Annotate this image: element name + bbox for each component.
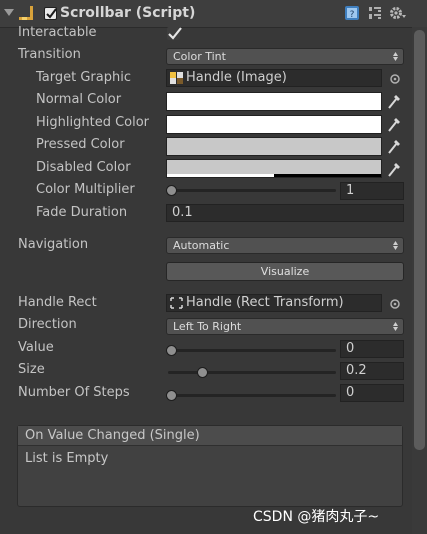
preset-icon[interactable] bbox=[367, 5, 383, 21]
event-header: On Value Changed (Single) bbox=[18, 426, 402, 446]
size-slider-thumb[interactable] bbox=[197, 367, 209, 378]
inspector-scrollbar-thumb[interactable] bbox=[414, 30, 425, 450]
fade-duration-label: Fade Duration bbox=[36, 205, 128, 220]
alpha-bar bbox=[167, 174, 381, 177]
object-picker-icon[interactable] bbox=[389, 73, 401, 85]
transition-label: Transition bbox=[18, 47, 81, 62]
size-label: Size bbox=[18, 362, 45, 377]
watermark: CSDN @猪肉丸子~ bbox=[253, 509, 380, 525]
target-graphic-label: Target Graphic bbox=[36, 70, 131, 85]
direction-dropdown[interactable]: Left To Right bbox=[166, 318, 404, 335]
object-picker-icon[interactable] bbox=[389, 298, 401, 310]
size-slider-track[interactable] bbox=[168, 371, 336, 374]
eyedropper-icon[interactable] bbox=[386, 115, 402, 133]
navigation-value: Automatic bbox=[173, 239, 230, 252]
direction-label: Direction bbox=[18, 317, 77, 332]
value-input[interactable]: 0 bbox=[340, 340, 404, 358]
eyedropper-icon[interactable] bbox=[386, 92, 402, 110]
transition-dropdown[interactable]: Color Tint bbox=[166, 48, 404, 65]
component-title: Scrollbar (Script) bbox=[60, 5, 196, 21]
color-multiplier-input[interactable]: 1 bbox=[340, 182, 404, 200]
color-multiplier-slider-track[interactable] bbox=[168, 189, 336, 192]
on-value-changed-event: On Value Changed (Single) List is Empty bbox=[17, 425, 403, 507]
svg-text:?: ? bbox=[350, 10, 355, 20]
number-of-steps-slider-thumb[interactable] bbox=[166, 390, 177, 401]
handle-rect-label: Handle Rect bbox=[18, 295, 97, 310]
eyedropper-icon[interactable] bbox=[386, 137, 402, 155]
target-graphic-field[interactable]: Handle (Image) bbox=[166, 69, 382, 87]
number-of-steps-input[interactable]: 0 bbox=[340, 384, 404, 402]
size-input[interactable]: 0.2 bbox=[340, 362, 404, 380]
handle-rect-field[interactable]: Handle (Rect Transform) bbox=[166, 294, 382, 312]
pressed-color-swatch[interactable] bbox=[166, 137, 382, 156]
scrollbar-component-icon bbox=[18, 5, 36, 21]
number-of-steps-slider-track[interactable] bbox=[168, 394, 336, 397]
help-book-icon[interactable]: ? bbox=[344, 5, 360, 21]
interactable-checkbox[interactable] bbox=[167, 27, 182, 40]
fade-duration-input[interactable]: 0.1 bbox=[166, 204, 404, 222]
eyedropper-icon[interactable] bbox=[386, 160, 402, 178]
image-component-icon bbox=[170, 72, 183, 84]
highlighted-color-label: Highlighted Color bbox=[36, 115, 150, 130]
value-slider-track[interactable] bbox=[168, 349, 336, 352]
dropdown-arrow-icon bbox=[393, 52, 398, 61]
pressed-color-label: Pressed Color bbox=[36, 137, 125, 152]
value-label: Value bbox=[18, 340, 54, 355]
disabled-color-label: Disabled Color bbox=[36, 160, 131, 175]
navigation-label: Navigation bbox=[18, 237, 89, 252]
foldout-arrow-icon[interactable] bbox=[4, 9, 14, 16]
target-graphic-value: Handle (Image) bbox=[186, 70, 287, 85]
normal-color-swatch[interactable] bbox=[166, 92, 382, 111]
transition-value: Color Tint bbox=[173, 50, 226, 63]
color-multiplier-label: Color Multiplier bbox=[36, 182, 135, 197]
settings-gear-icon[interactable] bbox=[389, 5, 406, 21]
alpha-level bbox=[167, 174, 274, 177]
disabled-color-swatch[interactable] bbox=[166, 159, 382, 178]
dropdown-arrow-icon bbox=[393, 241, 398, 250]
component-enabled-checkbox[interactable] bbox=[44, 7, 57, 20]
dropdown-arrow-icon bbox=[393, 322, 398, 331]
visualize-button[interactable]: Visualize bbox=[166, 262, 404, 281]
rect-transform-icon bbox=[170, 297, 183, 309]
normal-color-label: Normal Color bbox=[36, 92, 122, 107]
interactable-label: Interactable bbox=[18, 25, 97, 40]
event-empty-text: List is Empty bbox=[25, 451, 109, 466]
value-slider-thumb[interactable] bbox=[166, 345, 177, 356]
navigation-dropdown[interactable]: Automatic bbox=[166, 237, 404, 254]
direction-value: Left To Right bbox=[173, 320, 242, 333]
highlighted-color-swatch[interactable] bbox=[166, 115, 382, 134]
number-of-steps-label: Number Of Steps bbox=[18, 385, 130, 400]
handle-rect-value: Handle (Rect Transform) bbox=[186, 295, 344, 310]
color-multiplier-slider-thumb[interactable] bbox=[166, 185, 177, 196]
